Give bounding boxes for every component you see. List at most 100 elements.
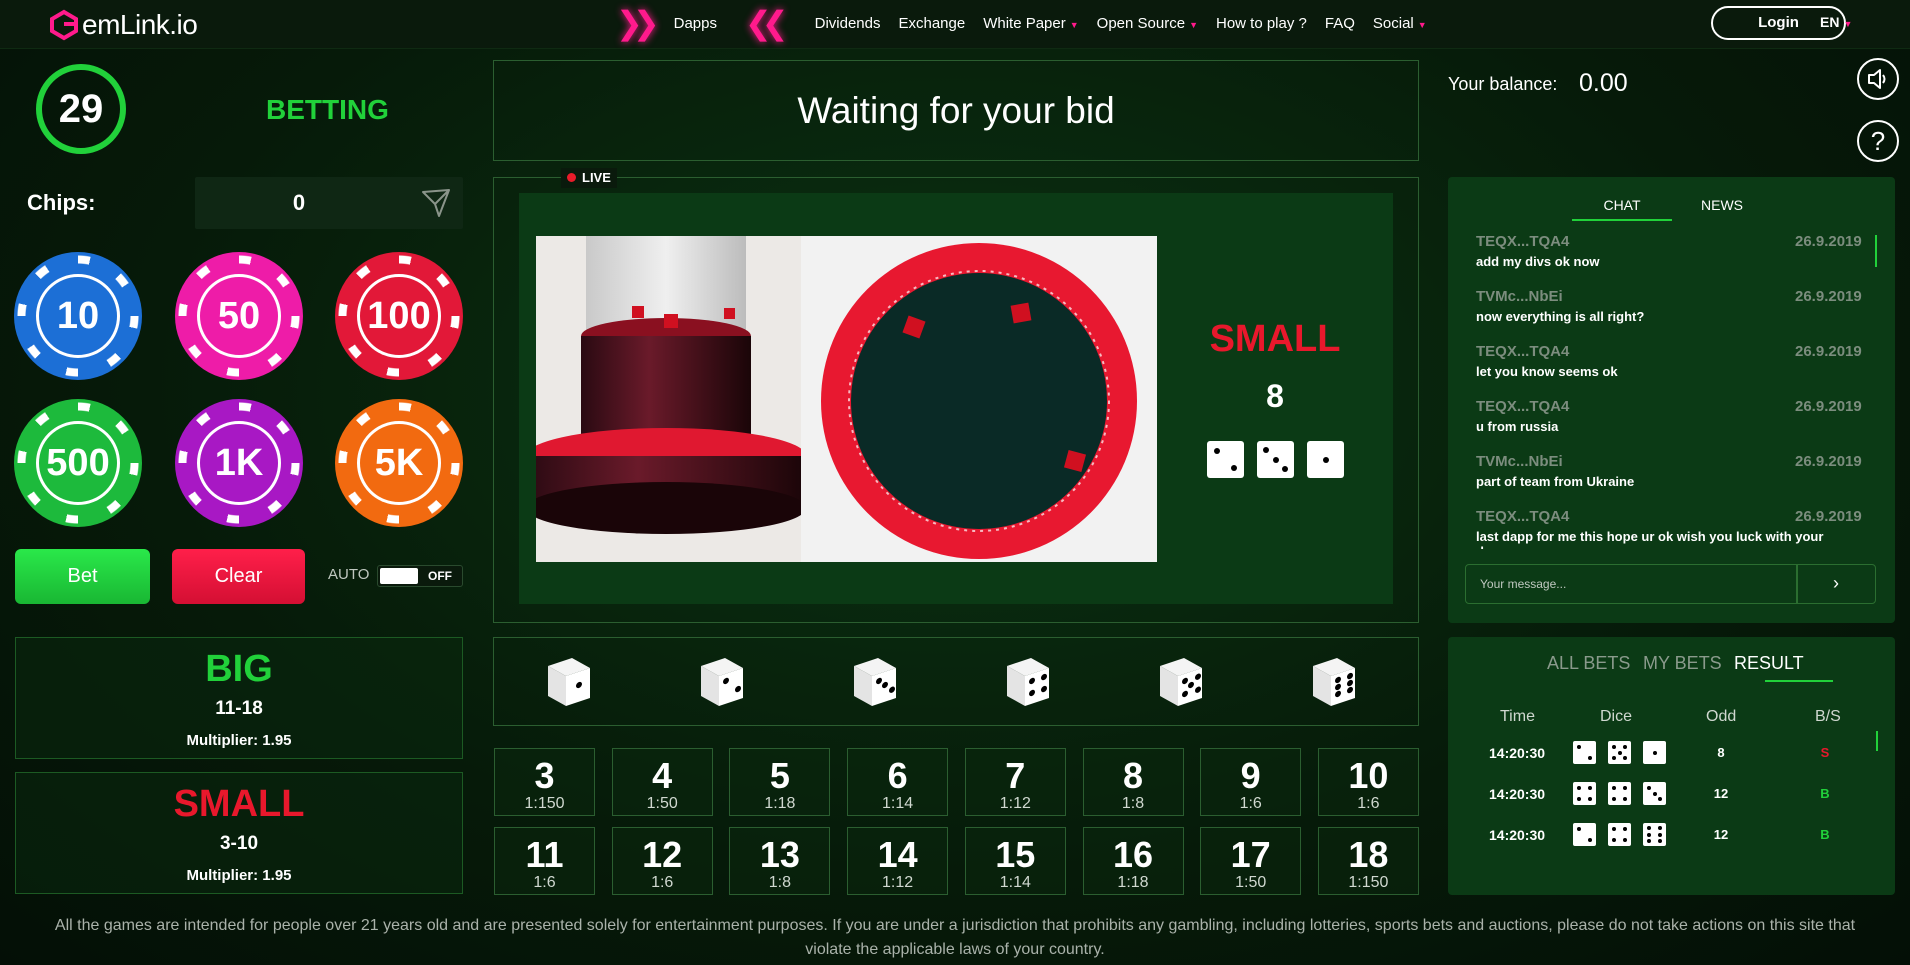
result-bs: B: [1820, 786, 1830, 801]
gem-logo-icon: [48, 9, 80, 41]
total-odds: 1:14: [882, 795, 914, 812]
total-bet-8[interactable]: 8 1:8: [1082, 748, 1184, 816]
total-bet-12[interactable]: 12 1:6: [611, 827, 713, 895]
language-selector[interactable]: EN ▼: [1820, 14, 1852, 30]
chat-message-input[interactable]: [1465, 564, 1798, 604]
single-die-bet-5[interactable]: [1154, 652, 1206, 710]
sound-icon[interactable]: [1857, 58, 1899, 100]
nav-how-to-play[interactable]: How to play ?: [1216, 15, 1307, 32]
die-pip: [1188, 681, 1194, 689]
single-die-bet-6[interactable]: [1307, 652, 1359, 710]
nav-social[interactable]: Social ▼: [1373, 15, 1427, 32]
die-pip: [1587, 796, 1592, 801]
chat-username[interactable]: TVMc...NbEi: [1476, 288, 1563, 305]
gemlink-logo[interactable]: emLink.io: [48, 8, 198, 42]
column-header-bs: B/S: [1815, 708, 1841, 725]
tab-my-bets[interactable]: MY BETS: [1643, 653, 1722, 674]
column-header-dice: Dice: [1600, 708, 1633, 725]
chip-1k[interactable]: 1K: [175, 399, 303, 527]
tab-chat[interactable]: CHAT: [1572, 197, 1672, 213]
die-5-icon: [1608, 741, 1631, 764]
nav-exchange[interactable]: Exchange: [898, 15, 965, 32]
chip-100[interactable]: 100: [335, 252, 463, 380]
paper-plane-icon[interactable]: [420, 187, 452, 219]
auto-label: AUTO: [328, 566, 370, 583]
die-pip: [1652, 750, 1657, 755]
total-bet-4[interactable]: 4 1:50: [611, 748, 713, 816]
total-bet-3[interactable]: 3 1:150: [494, 748, 595, 816]
big-bet-panel[interactable]: BIG 11-18 Multiplier: 1.95: [15, 637, 463, 759]
tab-result[interactable]: RESULT: [1734, 653, 1804, 674]
single-dice-row: [493, 637, 1419, 726]
nav-white-paper[interactable]: White Paper ▼: [983, 15, 1078, 32]
chat-username[interactable]: TEQX...TQA4: [1476, 343, 1569, 360]
die-pip: [1322, 456, 1329, 463]
die-pip: [734, 685, 741, 694]
die-pip: [1652, 791, 1657, 796]
tab-all-bets[interactable]: ALL BETS: [1547, 653, 1630, 674]
chip-500[interactable]: 500: [14, 399, 142, 527]
total-bet-5[interactable]: 5 1:18: [729, 748, 831, 816]
die-pip: [1029, 688, 1036, 697]
single-die-bet-2[interactable]: [695, 652, 747, 710]
total-odds: 1:6: [651, 874, 674, 891]
small-range: 3-10: [219, 833, 259, 854]
total-number: 15: [995, 834, 1036, 875]
die-pip: [1577, 827, 1582, 832]
die-pip: [1029, 676, 1036, 685]
total-bet-10[interactable]: 10 1:6: [1317, 748, 1419, 816]
nav-dividends[interactable]: Dividends: [815, 15, 881, 32]
total-odds: 1:150: [524, 795, 565, 812]
auto-toggle[interactable]: OFF: [377, 565, 463, 587]
single-die-bet-3[interactable]: [848, 652, 900, 710]
total-bet-15[interactable]: 15 1:14: [964, 827, 1066, 895]
bet-button[interactable]: Bet: [15, 549, 150, 604]
total-odds: 1:12: [999, 795, 1031, 812]
single-die-bet-4[interactable]: [1001, 652, 1053, 710]
total-bet-6[interactable]: 6 1:14: [847, 748, 949, 816]
die-6-icon: [1643, 823, 1666, 846]
die-pip: [1617, 750, 1622, 755]
tab-news[interactable]: NEWS: [1672, 197, 1772, 213]
total-bet-16[interactable]: 16 1:18: [1082, 827, 1184, 895]
total-bet-18[interactable]: 18 1:150: [1317, 827, 1419, 895]
chat-scrollbar[interactable]: [1875, 235, 1877, 267]
chat-username[interactable]: TEQX...TQA4: [1476, 508, 1569, 525]
nav-faq[interactable]: FAQ: [1325, 15, 1355, 32]
chat-username[interactable]: TEQX...TQA4: [1476, 398, 1569, 415]
help-icon[interactable]: ?: [1857, 120, 1899, 162]
chat-username[interactable]: TVMc...NbEi: [1476, 453, 1563, 470]
die-pip: [1181, 689, 1188, 698]
total-odds: 1:14: [999, 874, 1031, 891]
active-tab-indicator: [1765, 680, 1833, 682]
chat-username[interactable]: TEQX...TQA4: [1476, 233, 1569, 250]
total-bet-13[interactable]: 13 1:8: [729, 827, 831, 895]
nav-dapps[interactable]: Dapps: [674, 15, 717, 32]
nav-open-source[interactable]: Open Source ▼: [1097, 15, 1198, 32]
clear-button[interactable]: Clear: [172, 549, 305, 604]
small-bet-panel[interactable]: SMALL 3-10 Multiplier: 1.95: [15, 772, 463, 894]
caret-down-icon: ▼: [1417, 19, 1427, 30]
die-pip: [1612, 786, 1617, 791]
big-range: 11-18: [215, 698, 263, 719]
chip-5k[interactable]: 5K: [335, 399, 463, 527]
total-number: 17: [1230, 834, 1271, 875]
die-pip: [1658, 797, 1663, 802]
nav-label: White Paper: [983, 14, 1066, 32]
total-bet-14[interactable]: 14 1:12: [847, 827, 949, 895]
chip-10[interactable]: 10: [14, 252, 142, 380]
chat-send-button[interactable]: ›: [1796, 564, 1876, 604]
chip-label: 50: [197, 274, 281, 358]
results-scrollbar[interactable]: [1876, 731, 1878, 751]
total-bet-17[interactable]: 17 1:50: [1200, 827, 1302, 895]
total-bet-9[interactable]: 9 1:6: [1200, 748, 1302, 816]
die-pip: [1657, 826, 1662, 831]
chat-message-text: add my divs ok now: [1476, 254, 1600, 269]
total-bet-11[interactable]: 11 1:6: [494, 827, 595, 895]
small-title: SMALL: [173, 783, 305, 825]
die-pip: [1231, 465, 1237, 471]
single-die-bet-1[interactable]: [542, 652, 594, 710]
total-odds: 1:50: [646, 795, 678, 812]
total-bet-7[interactable]: 7 1:12: [964, 748, 1066, 816]
chip-50[interactable]: 50: [175, 252, 303, 380]
